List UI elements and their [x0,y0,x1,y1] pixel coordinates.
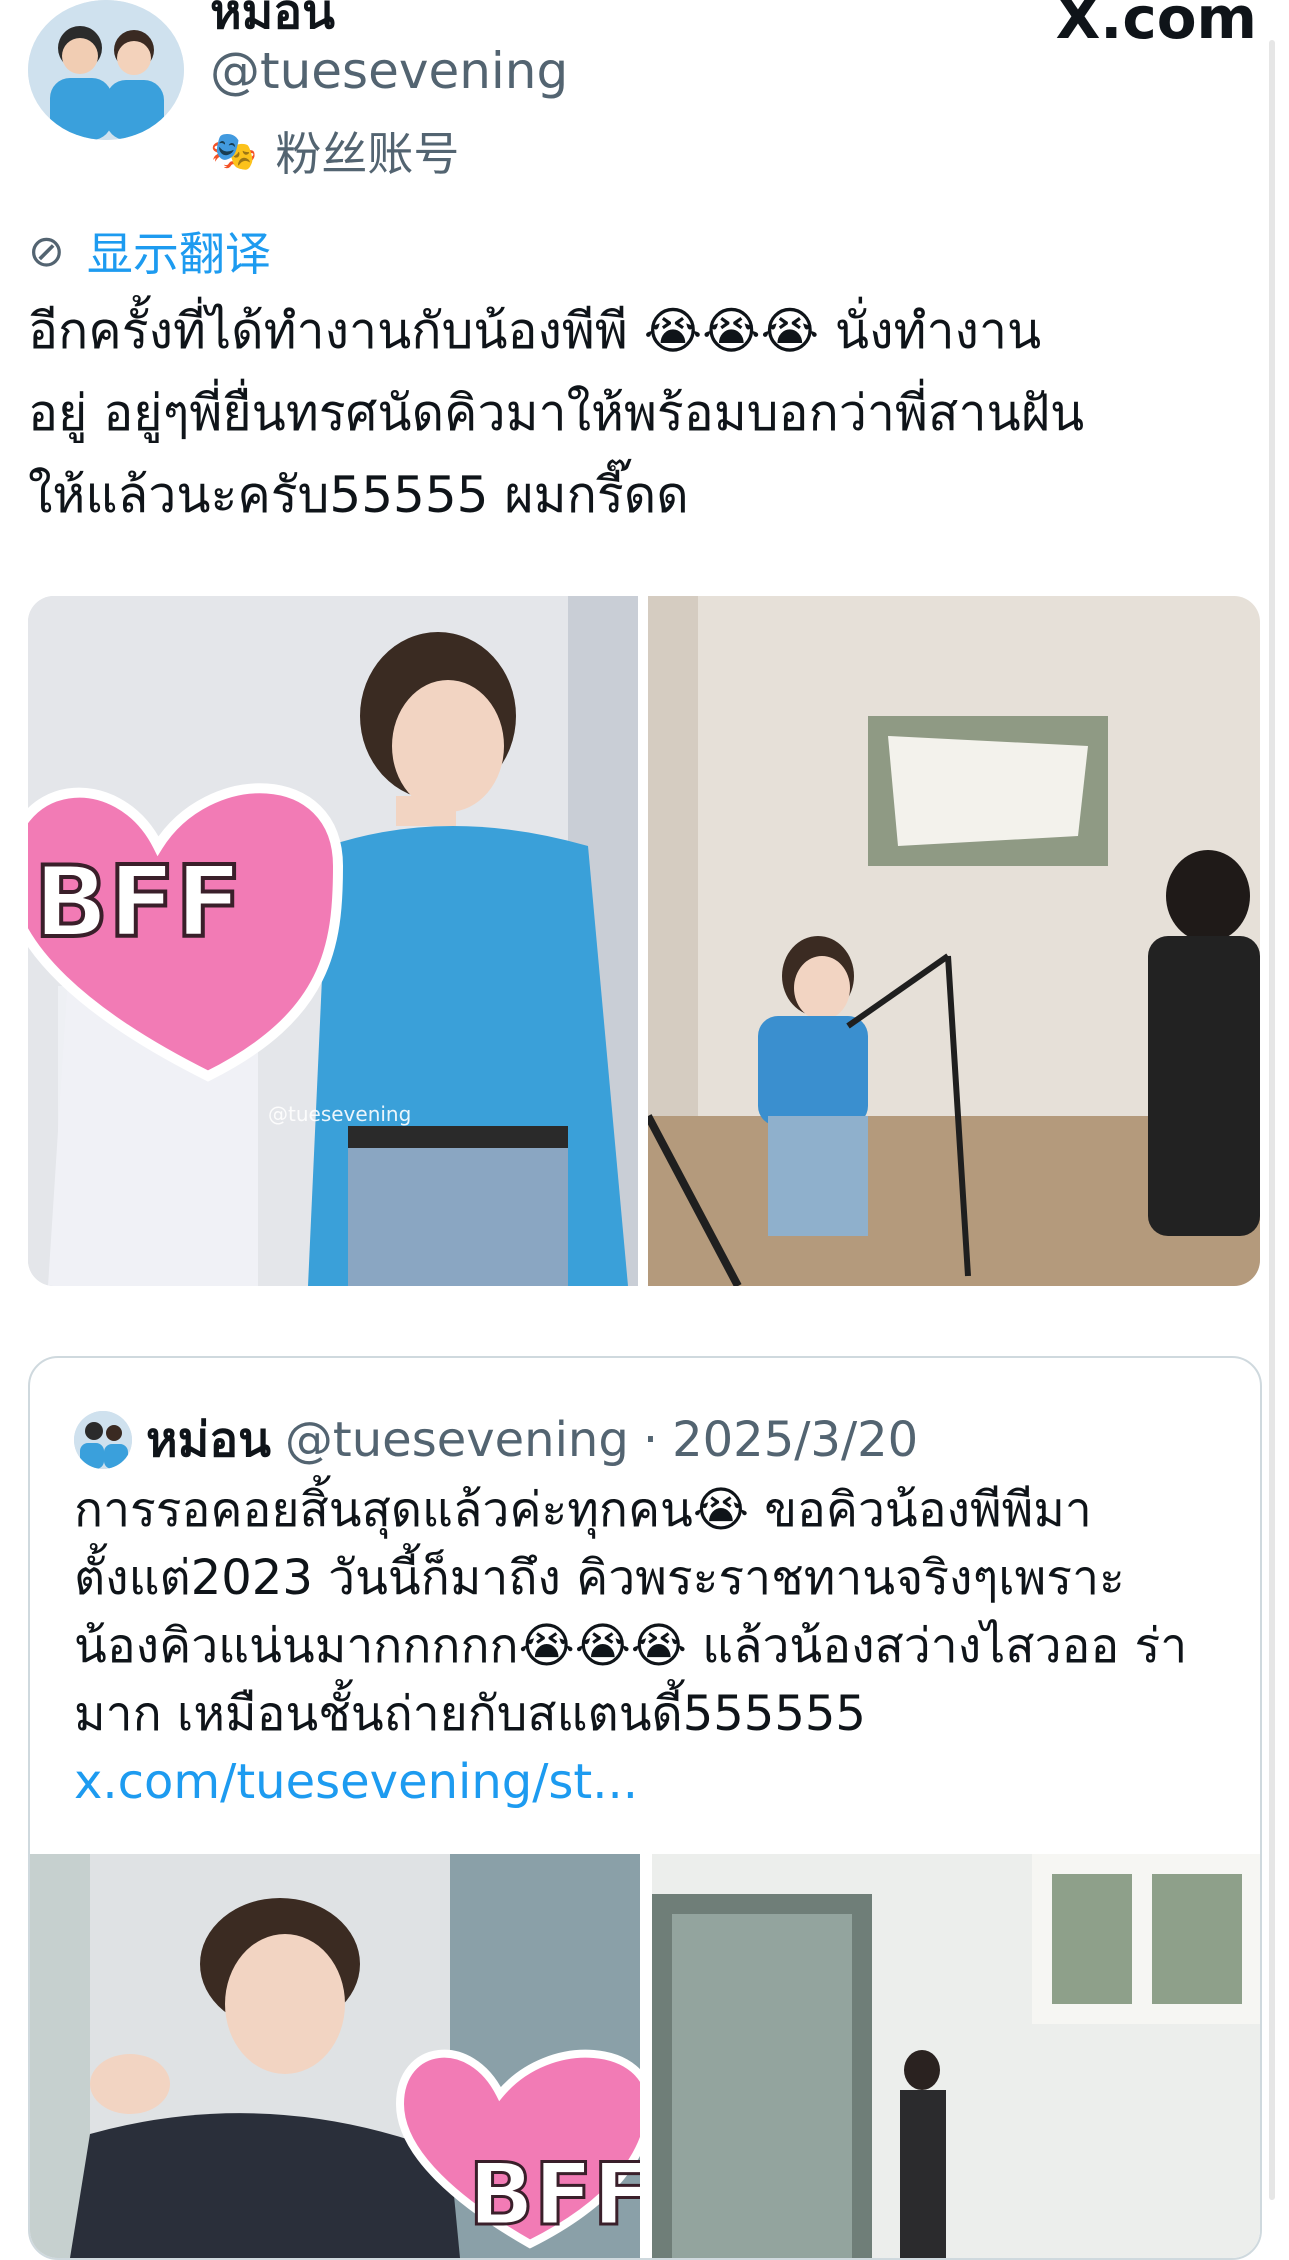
scrollbar[interactable] [1269,40,1275,2200]
fan-account-label: 🎭 粉丝账号 [210,118,459,184]
tweet-image-left[interactable]: BFF @tuesevening [28,596,638,1286]
quoted-tweet-text: การรอคอยสิ้นสุดแล้วค่ะทุกคน😭 ขอคิวน้องพี… [74,1476,1224,1816]
watermark-text: @tuesevening [268,1102,411,1126]
bff-sticker-text: BFF [34,846,243,960]
quoted-tweet-body: การรอคอยสิ้นสุดแล้วค่ะทุกคน😭 ขอคิวน้องพี… [74,1482,1188,1742]
quoted-bff-sticker-text: BFF [468,2145,640,2245]
quoted-tweet-link[interactable]: x.com/tuesevening/st... [74,1754,638,1810]
quoted-tweet-image-right[interactable] [652,1854,1260,2258]
show-translation-label: 显示翻译 [86,227,271,281]
quoted-tweet-name: หม่อน [146,1412,271,1468]
profile-avatar[interactable] [28,0,184,140]
quoted-tweet-date: 2025/3/20 [672,1412,919,1468]
theater-mask-icon: 🎭 [210,128,258,173]
quoted-tweet-handle: @tuesevening [284,1412,629,1468]
fan-account-text: 粉丝账号 [275,127,460,181]
quoted-tweet-image-left[interactable]: BFF [30,1854,640,2258]
quoted-tweet-avatar [74,1411,132,1469]
quoted-tweet-separator: · [642,1412,659,1468]
profile-handle[interactable]: @tuesevening [210,42,568,100]
translate-icon: ⊘ [28,225,65,277]
tweet-image-right[interactable] [648,596,1260,1286]
tweet-text: อีกครั้งที่ได้ทำงานกับน้องพีพี 😭😭😭 นั่งท… [28,302,1085,524]
show-translation-button[interactable]: ⊘ 显示翻译 [28,218,271,284]
quoted-tweet-header: หม่อน @tuesevening · 2025/3/20 [74,1402,918,1478]
quoted-tweet[interactable]: หม่อน @tuesevening · 2025/3/20 การรอคอยส… [28,1356,1262,2260]
site-logo: X.com [1055,0,1257,52]
